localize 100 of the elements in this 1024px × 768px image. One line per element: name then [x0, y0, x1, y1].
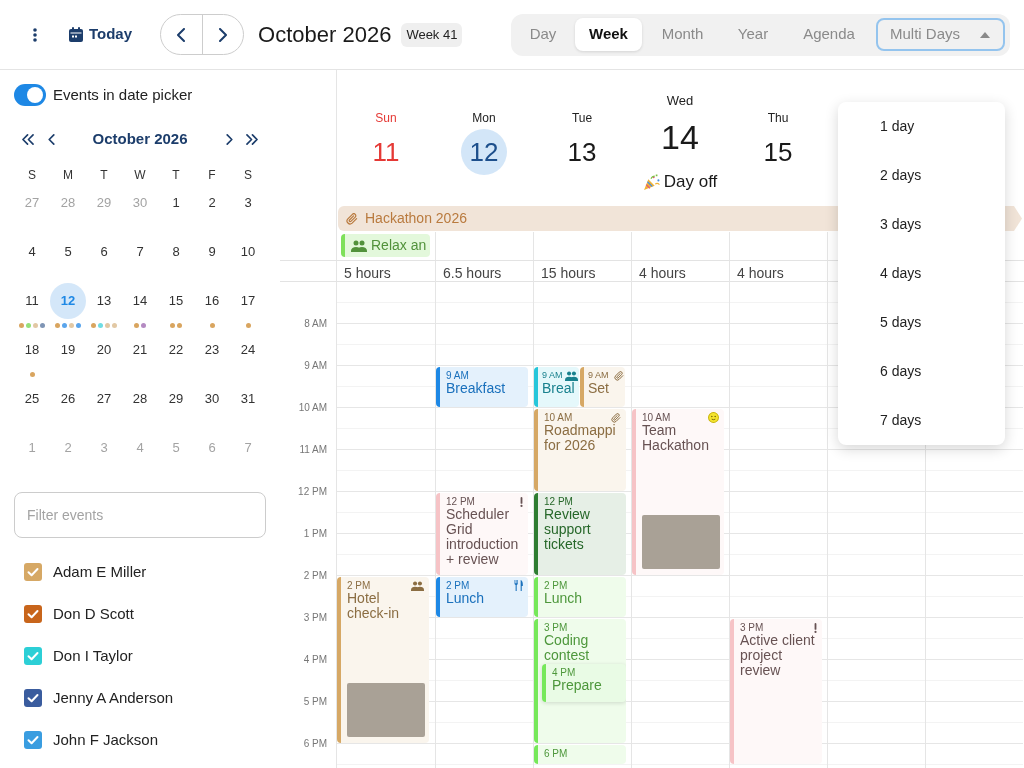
event-title: Breal [542, 381, 576, 396]
event-title: Roadmappi for 2026 [544, 423, 617, 453]
event-time: 3 PM [544, 622, 568, 633]
toggle-label: Events in date picker [53, 84, 193, 105]
menu-item[interactable]: 4 days [880, 263, 922, 284]
calendar-event[interactable]: 3 PM Coding contest 4 PM Prepare [534, 619, 626, 743]
people-icon [411, 580, 424, 591]
calendar-day[interactable]: 18 [14, 332, 50, 368]
day-name: Tue [571, 111, 593, 125]
kebab-icon [33, 27, 37, 42]
weekday-label: S [244, 167, 252, 183]
filter-field[interactable]: Filter events [14, 492, 266, 538]
event-time: 2 PM [544, 580, 568, 591]
calendar-day[interactable]: 30 [194, 381, 230, 417]
event-title: Coding contest [544, 633, 591, 663]
menu-item[interactable]: 7 days [880, 410, 922, 431]
event-time: 10 AM [544, 412, 573, 423]
event-title: Review support tickets [544, 507, 592, 552]
person-name: Don I Taylor [53, 645, 133, 666]
day-name: Mon [472, 111, 496, 125]
calendar-day[interactable]: 1 [158, 185, 194, 221]
double-chevron-right-icon [246, 133, 258, 145]
person-name: Don D Scott [53, 603, 134, 624]
calendar-day[interactable]: 3 [230, 185, 266, 221]
events-toggle[interactable] [14, 84, 46, 106]
event-title: Lunch [544, 591, 584, 606]
day-name: Sun [375, 111, 397, 125]
person-name: John F Jackson [53, 729, 159, 750]
event-time: 12 PM [446, 496, 475, 507]
calendar-event[interactable]: 2 PM Lunch [534, 577, 626, 617]
calendar-day[interactable]: 17 [230, 283, 266, 319]
calendar-day[interactable]: 6 [86, 234, 122, 270]
calendar-day[interactable]: 11 [14, 283, 50, 319]
weekday-label: T [100, 167, 108, 183]
calendar-event[interactable]: 3 PM Active client project review [730, 619, 822, 764]
calendar-day[interactable]: 26 [50, 381, 86, 417]
calendar-day[interactable]: 13 [86, 283, 122, 319]
calendar-event[interactable]: 9 AM Set [580, 367, 625, 407]
calendar-day[interactable]: 14 [122, 283, 158, 319]
calendar-day[interactable]: 8 [158, 234, 194, 270]
calendar-day[interactable]: 16 [194, 283, 230, 319]
checkbox[interactable] [24, 605, 42, 623]
paperclip-icon [346, 212, 358, 225]
smiley-icon [708, 412, 719, 423]
calendar-day[interactable]: 4 [14, 234, 50, 270]
calendar-day[interactable]: 31 [230, 381, 266, 417]
calendar-event[interactable]: 10 AM Team Hackathon [632, 409, 724, 575]
menu-item[interactable]: 1 day [880, 116, 915, 137]
calendar-day[interactable]: 2 [194, 185, 230, 221]
calendar-event[interactable]: 2 PM Hotel check-in [337, 577, 429, 743]
calendar-day[interactable]: 27 [86, 381, 122, 417]
calendar-day[interactable]: 15 [158, 283, 194, 319]
chevron-left-icon [47, 133, 55, 145]
calendar-day[interactable]: 10 [230, 234, 266, 270]
calendar-event[interactable]: 6 PM [534, 745, 626, 764]
calendar-day[interactable]: 24 [230, 332, 266, 368]
checkbox[interactable] [24, 689, 42, 707]
double-chevron-left-icon [22, 133, 34, 145]
view-tab[interactable]: Week [575, 18, 642, 51]
chevron-right-icon [218, 27, 227, 42]
calendar-day[interactable]: 20 [86, 332, 122, 368]
calendar-event[interactable]: 2 PM Lunch [436, 577, 528, 617]
day-hours-total: 4 hours [639, 265, 686, 281]
calendar-event[interactable]: 12 PM Scheduler Grid introduction + review [436, 493, 528, 575]
calendar-event[interactable]: 9 AM Breakfast [436, 367, 528, 407]
person-name: Adam E Miller [53, 561, 147, 582]
day-name: Wed [666, 93, 694, 109]
day-hours-total: 5 hours [344, 265, 391, 281]
calendar-icon [69, 27, 83, 42]
menu-item[interactable]: 5 days [880, 312, 922, 333]
all-day-event[interactable]: Relax an [341, 234, 430, 257]
chevron-right-icon [225, 133, 233, 145]
calendar-event[interactable]: 9 AM Breal [534, 367, 579, 407]
calendar-day[interactable]: 29 [158, 381, 194, 417]
calendar-event[interactable]: 12 PM Review support tickets [534, 493, 626, 575]
time-label: 12 PM [298, 485, 327, 499]
calendar-day[interactable]: 22 [158, 332, 194, 368]
fork-knife-icon [514, 580, 523, 591]
calendar-day[interactable]: 9 [194, 234, 230, 270]
checkbox[interactable] [24, 731, 42, 749]
checkbox[interactable] [24, 647, 42, 665]
time-label: 4 PM [303, 653, 327, 667]
today-button[interactable]: Today [62, 16, 140, 53]
time-label: 9 AM [304, 359, 327, 373]
menu-item[interactable]: 2 days [880, 165, 922, 186]
calendar-day[interactable]: 25 [14, 381, 50, 417]
weekday-label: M [63, 167, 73, 183]
calendar-event[interactable]: 10 AM Roadmappi for 2026 [534, 409, 626, 491]
menu-item[interactable]: 6 days [880, 361, 922, 382]
calendar-day[interactable]: 19 [50, 332, 86, 368]
event-title: Hotel check-in [347, 591, 401, 621]
day-number: 12 [461, 129, 507, 175]
calendar-day[interactable]: 21 [122, 332, 158, 368]
event-time: 6 PM [544, 748, 568, 759]
paperclip-icon [611, 412, 621, 423]
calendar-day[interactable]: 23 [194, 332, 230, 368]
calendar-day[interactable]: 28 [122, 381, 158, 417]
calendar-day[interactable]: 5 [50, 234, 86, 270]
calendar-day[interactable]: 7 [122, 234, 158, 270]
checkbox[interactable] [24, 563, 42, 581]
